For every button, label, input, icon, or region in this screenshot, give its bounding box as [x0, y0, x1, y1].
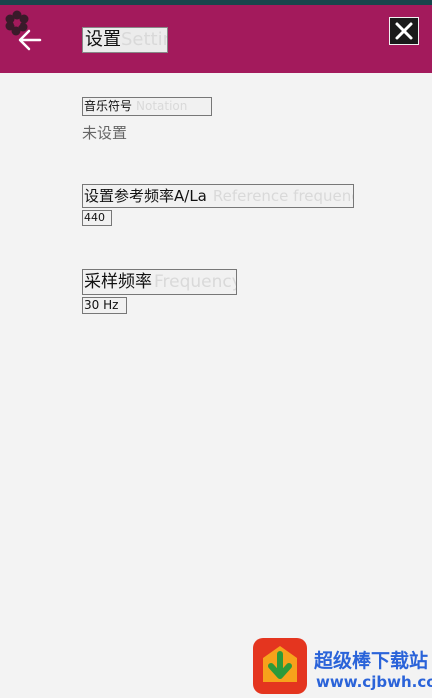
watermark-url: www.cjbwh.com — [316, 673, 432, 691]
reference-frequency-value[interactable]: 440 — [82, 210, 112, 226]
setting-reference-frequency-label[interactable]: 设置参考频率A/La Reference frequency A/La — [82, 184, 354, 208]
reference-frequency-label-text: 设置参考频率A/La — [84, 187, 207, 205]
watermark-name: 超级棒下载站 — [314, 650, 429, 672]
page-title-text: 设置 — [85, 29, 121, 50]
music-symbol-value: 未设置 — [82, 124, 128, 142]
watermark-logo — [253, 638, 307, 694]
page-title-ghost: Settings — [121, 29, 167, 50]
download-icon — [263, 646, 297, 682]
reference-frequency-label-ghost: Reference frequency A/La — [212, 187, 353, 205]
page-title: 设置Settings — [82, 27, 168, 53]
setting-sample-rate-label[interactable]: 采样频率 Frequency — [82, 269, 237, 295]
sample-rate-value[interactable]: 30 Hz — [82, 297, 127, 314]
back-arrow-icon[interactable] — [16, 26, 44, 54]
app-bar — [0, 5, 432, 73]
sample-rate-label-ghost: Frequency — [154, 272, 237, 292]
sample-rate-label-text: 采样频率 — [84, 272, 152, 292]
setting-music-symbol-label[interactable]: 音乐符号 Notation — [82, 97, 212, 116]
music-symbol-label-text: 音乐符号 — [84, 99, 133, 113]
close-icon — [395, 22, 413, 40]
close-button[interactable] — [389, 17, 419, 45]
music-symbol-label-ghost: Notation — [136, 99, 188, 113]
